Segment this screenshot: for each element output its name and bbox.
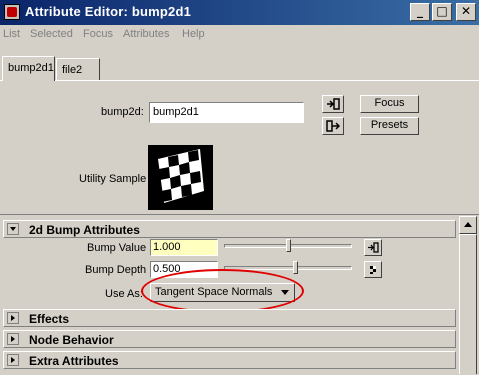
menu-selected[interactable]: Selected [30,28,73,40]
bump-value-label: Bump Value [87,242,147,254]
section-title: 2d Bump Attributes [29,223,140,237]
window-title: Attribute Editor: bump2d1 [25,4,192,19]
node-name-field[interactable]: bump2d1 [149,102,304,123]
output-connection-button[interactable] [322,117,344,135]
title-bar: Attribute Editor: bump2d1 _ □ ✕ [0,0,479,25]
tab-divider [0,80,479,81]
arrow-out-box-icon [326,120,341,132]
menu-bar: List Selected Focus Attributes Help [0,25,479,45]
triangle-right-icon [11,357,15,363]
triangle-right-icon [11,336,15,342]
menu-attributes[interactable]: Attributes [123,28,169,40]
tab-bump2d1[interactable]: bump2d1 [2,56,55,81]
node-name-label: bump2d: [101,106,144,118]
triangle-right-icon [11,315,15,321]
use-as-label: Use As: [105,288,143,300]
section-expand-toggle[interactable] [7,333,19,345]
triangle-down-icon [10,227,16,231]
section-2d-bump-attributes[interactable]: 2d Bump Attributes [3,220,456,238]
bump-depth-map-button[interactable] [364,261,382,278]
section-title: Node Behavior [29,333,114,347]
section-title: Effects [29,312,70,326]
presets-button[interactable]: Presets [360,117,419,135]
maya-app-icon[interactable] [4,4,20,20]
section-expand-toggle[interactable] [7,312,19,324]
bump-value-connect-button[interactable] [364,239,382,256]
bump-depth-label: Bump Depth [85,264,147,276]
annotation-ellipse [141,269,304,313]
section-extra-attributes[interactable]: Extra Attributes [3,351,456,369]
menu-list[interactable]: List [3,28,20,40]
minimize-button[interactable]: _ [410,3,430,21]
bump-value-slider-thumb[interactable] [286,239,291,252]
arrow-into-box-icon [368,242,379,253]
close-button[interactable]: ✕ [456,3,476,21]
checker-swatch-icon [158,149,204,203]
section-expand-toggle[interactable] [7,354,19,366]
utility-sample-label: Utility Sample [79,173,147,185]
maximize-button[interactable]: □ [432,3,452,21]
vertical-scrollbar[interactable] [459,216,477,374]
arrow-into-box-icon [327,98,340,110]
tab-strip: bump2d1 file2 [0,45,479,85]
section-effects[interactable]: Effects [3,309,456,327]
utility-sample-swatch[interactable] [148,145,213,210]
scroll-up-button[interactable] [459,216,477,234]
triangle-up-icon [464,222,472,227]
menu-help[interactable]: Help [182,28,205,40]
section-title: Extra Attributes [29,354,119,368]
bump-depth-slider-thumb[interactable] [293,261,298,274]
focus-button[interactable]: Focus [360,95,419,113]
bump-value-field[interactable]: 1.000 [150,239,218,256]
section-node-behavior[interactable]: Node Behavior [3,330,456,348]
tab-file2[interactable]: file2 [56,58,100,80]
checker-map-icon [370,266,376,274]
menu-focus[interactable]: Focus [83,28,113,40]
scrollbar-thumb[interactable] [459,234,477,374]
section-collapse-toggle[interactable] [7,223,19,235]
input-connection-button[interactable] [322,95,344,113]
